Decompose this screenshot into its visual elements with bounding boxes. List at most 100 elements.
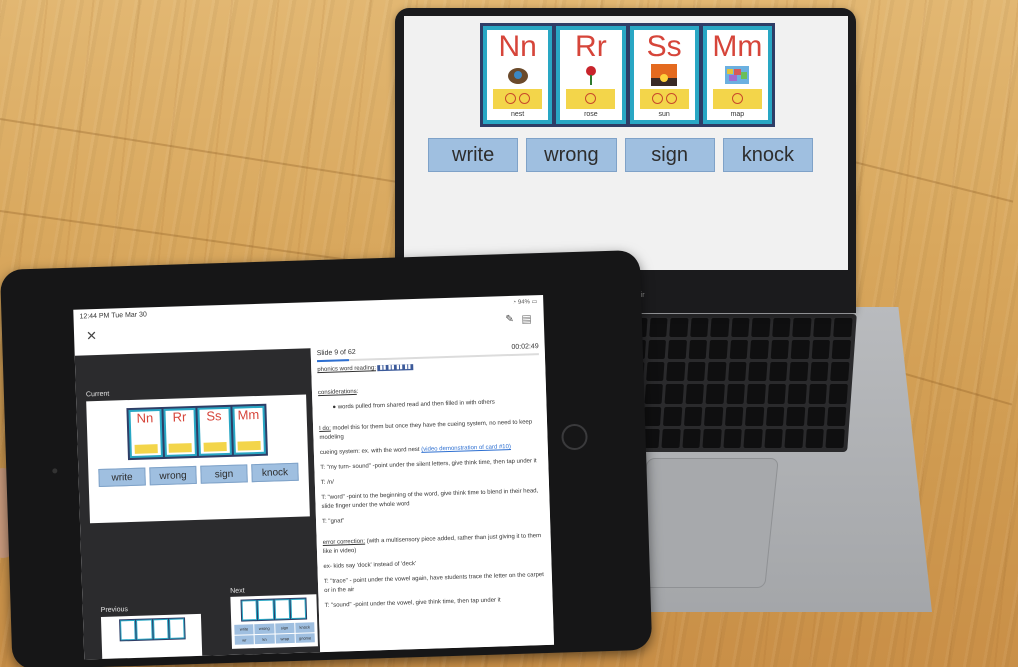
thumb-card-row [119, 617, 186, 642]
keyboard-key [810, 362, 829, 382]
keyboard-key [664, 384, 684, 404]
slide-progress-fill [316, 359, 350, 363]
nest-picture [507, 68, 528, 85]
status-date: Tue Mar 30 [111, 311, 147, 320]
keyboard-key [789, 362, 809, 382]
word-row: write wrong sign knock [428, 138, 813, 172]
note-line: T: "word" -point to the beginning of the… [321, 488, 539, 511]
note-line: T: "trace" - point under the vowel again… [323, 572, 545, 594]
considerations-label: considerations [317, 388, 357, 397]
keyboard-key [707, 362, 727, 382]
card-word: sun [658, 110, 670, 118]
note-line: T: "gnat" [321, 518, 345, 526]
mini-word: write [98, 467, 146, 488]
keyboard-key [726, 384, 746, 404]
mini-card: Nn [128, 409, 163, 459]
tag-chip: ▮▮ ▮▮ ▮▮ ▮▮ [377, 364, 414, 372]
keyboard-key [686, 362, 706, 382]
presentation-timer: 00:02:49 [511, 343, 539, 351]
chat-icon[interactable]: ▤ [521, 312, 532, 325]
letter-card: Ss sun [629, 26, 699, 124]
thumb-word: wr [234, 634, 255, 645]
thumb-word: sign [274, 622, 295, 634]
keyboard-key [767, 384, 787, 404]
keyboard-key [772, 318, 791, 338]
keyboard-key [724, 406, 744, 426]
ido-label: I do: [319, 425, 331, 433]
sun-picture [651, 64, 678, 87]
battery-level: 94% [517, 299, 531, 306]
keyboard-key [813, 318, 832, 338]
previous-slide-thumbnail[interactable] [100, 613, 203, 659]
keyboard-key [730, 318, 750, 338]
thumb-card-row [240, 597, 308, 622]
keyboard-key [666, 362, 686, 382]
keyboard-key [708, 340, 728, 360]
pen-icon[interactable]: ✎ [505, 314, 514, 325]
keyboard-key [787, 384, 807, 404]
note-line: ex- kids say 'dock' instead of 'deck' [323, 561, 417, 570]
note-line: T: "my turn- sound" -point under the sil… [320, 458, 537, 472]
keyboard-key [642, 406, 662, 426]
battery-indicator: ◔ 94% ▭ [512, 299, 538, 306]
keyboard-key [727, 362, 747, 382]
status-time: 12:44 PM [79, 312, 110, 321]
keyboard-key [685, 384, 705, 404]
mini-word: wrong [149, 465, 197, 486]
thumb-word: knock [294, 622, 315, 633]
letter-card: Mm map [702, 26, 772, 124]
cueing-text: cueing system: ex. with the word nest [319, 446, 422, 457]
keyboard-key [745, 406, 765, 426]
keyboard-key [825, 428, 845, 448]
card-word: map [730, 110, 745, 118]
keyboard-key [808, 384, 828, 404]
keyboard-key [689, 318, 709, 338]
current-label: Current [85, 390, 110, 399]
previous-label: Previous [100, 606, 129, 615]
thumb-word: kn [254, 634, 275, 645]
current-slide-preview: Nn Rr Ss Mm write wrong sign knock [86, 394, 310, 524]
mini-card: Rr [162, 407, 197, 457]
notes-title: phonics word reading: [317, 365, 377, 374]
keyboard-key [765, 406, 785, 426]
keyboard-key [751, 318, 771, 338]
keyboard-key [832, 340, 851, 360]
mini-letter: Ss [206, 408, 222, 424]
card-letter: Nn [498, 30, 537, 63]
map-picture [725, 66, 750, 85]
speaker-notes[interactable]: phonics word reading: ▮▮ ▮▮ ▮▮ ▮▮ consid… [317, 359, 547, 617]
keyboard-key [729, 340, 749, 360]
letter-card-row: Nn nest Rr rose Ss sun Mm map [480, 23, 775, 127]
keyboard-key [661, 428, 681, 448]
card-word: nest [511, 110, 525, 118]
note-line: T: /n/ [320, 479, 334, 487]
keyboard-key [764, 428, 784, 448]
keyboard-key [645, 362, 665, 382]
mini-letter: Rr [172, 409, 187, 425]
error-correction-label: error correction: [322, 538, 366, 546]
thumb-word-grid: write wrong sign knock wr kn wrap gnome [234, 622, 315, 645]
next-slide-thumbnail[interactable]: write wrong sign knock wr kn wrap gnome [230, 594, 318, 649]
keyboard-key [688, 340, 708, 360]
mini-card-row: Nn Rr Ss Mm [126, 403, 268, 461]
keyboard-key [648, 318, 668, 338]
laptop-trackpad [633, 458, 779, 588]
mini-letter: Nn [136, 410, 154, 426]
close-icon[interactable]: ✕ [86, 329, 97, 344]
word-box: wrong [526, 138, 617, 172]
card-letter: Mm [712, 30, 763, 63]
keyboard-key [786, 406, 806, 426]
mini-card: Mm [231, 405, 266, 455]
keyboard-key [829, 384, 848, 404]
keyboard-key [768, 362, 788, 382]
word-box: knock [722, 138, 813, 172]
keyboard-key [833, 318, 853, 338]
keyboard-key [749, 340, 769, 360]
video-demo-link[interactable]: (video demonstration of card #10) [421, 444, 511, 453]
keyboard-key [710, 318, 730, 338]
keyboard-key [792, 318, 812, 338]
keyboard-key [827, 406, 847, 426]
keyboard-key [704, 406, 724, 426]
slide-counter: Slide 9 of 62 [316, 348, 356, 358]
letter-card: Nn nest [483, 26, 553, 124]
